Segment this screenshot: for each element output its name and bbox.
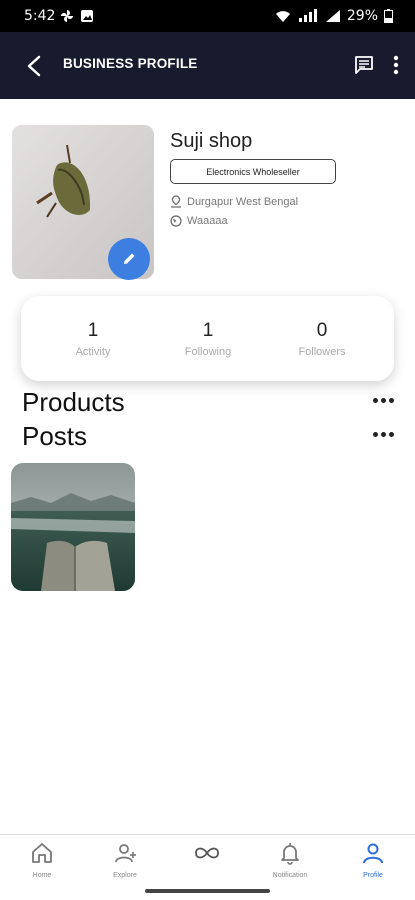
website-text: Waaaaa	[187, 215, 228, 227]
products-more-button[interactable]	[373, 395, 395, 405]
dot	[373, 397, 378, 403]
location-pin-icon	[171, 195, 181, 208]
nav-label: Explore	[113, 872, 137, 879]
page-title: BUSINESS PROFILE	[63, 56, 198, 71]
system-icons: 29%	[275, 8, 393, 24]
nav-home[interactable]: Home	[7, 841, 77, 879]
app-bar: BUSINESS PROFILE	[0, 32, 415, 99]
nav-center[interactable]	[172, 841, 242, 872]
globe-icon	[170, 215, 182, 227]
stat-value: 1	[202, 320, 214, 341]
dot	[389, 397, 394, 403]
edit-photo-button[interactable]	[108, 238, 150, 280]
post-thumbnail[interactable]	[11, 463, 135, 591]
nav-explore[interactable]: Explore	[90, 841, 160, 879]
posts-heading: Posts	[22, 421, 88, 451]
signal-icon	[298, 9, 317, 22]
stats-card: 1 Activity 1 Following 0 Followers	[21, 296, 394, 381]
add-person-icon	[115, 844, 136, 863]
status-bar: 5:42 29%	[0, 0, 415, 32]
nav-label: Profile	[363, 872, 383, 879]
vertical-dots-icon	[393, 55, 399, 75]
person-icon	[363, 843, 383, 864]
stat-label: Activity	[75, 346, 111, 358]
posts-more-button[interactable]	[373, 429, 395, 439]
battery-icon	[384, 9, 393, 23]
category-chip: Electronics Wholeseller	[170, 159, 336, 184]
products-heading: Products	[22, 387, 125, 417]
book-landscape-image	[11, 463, 135, 591]
stat-value: 1	[87, 320, 99, 341]
shop-name: Suji shop	[170, 130, 253, 152]
notification-icons	[60, 9, 94, 23]
website-row: Waaaaa	[170, 215, 228, 227]
pencil-icon	[124, 253, 135, 264]
message-icon	[355, 56, 373, 74]
nav-label: Notification	[272, 872, 308, 879]
status-time: 5:42	[24, 8, 56, 24]
wifi-icon	[275, 11, 290, 22]
nav-profile[interactable]: Profile	[338, 841, 408, 879]
location-text: Durgapur West Bengal	[187, 195, 299, 208]
stat-value: 0	[316, 320, 328, 341]
stat-label: Followers	[298, 346, 346, 358]
messages-button[interactable]	[351, 52, 377, 78]
nav-notification[interactable]: Notification	[255, 841, 325, 879]
pinwheel-icon	[61, 10, 73, 22]
nav-label: Home	[32, 872, 52, 879]
image-icon	[81, 10, 93, 22]
more-options-button[interactable]	[385, 52, 407, 78]
dot	[381, 397, 386, 403]
back-button[interactable]	[20, 52, 48, 80]
home-indicator[interactable]	[145, 889, 270, 893]
stat-followers[interactable]: 0 Followers	[277, 320, 367, 358]
home-icon	[32, 843, 52, 863]
stat-following[interactable]: 1 Following	[163, 320, 253, 358]
dot	[381, 431, 386, 437]
dot	[373, 431, 378, 437]
stat-label: Following	[184, 346, 232, 358]
back-arrow-icon	[27, 55, 41, 77]
battery-percent: 29%	[346, 8, 378, 24]
bell-icon	[281, 843, 299, 865]
location-row: Durgapur West Bengal	[170, 195, 298, 208]
stat-activity[interactable]: 1 Activity	[48, 320, 138, 358]
dot	[389, 431, 394, 437]
signal-icon-2	[325, 10, 340, 22]
infinity-icon	[195, 847, 219, 859]
